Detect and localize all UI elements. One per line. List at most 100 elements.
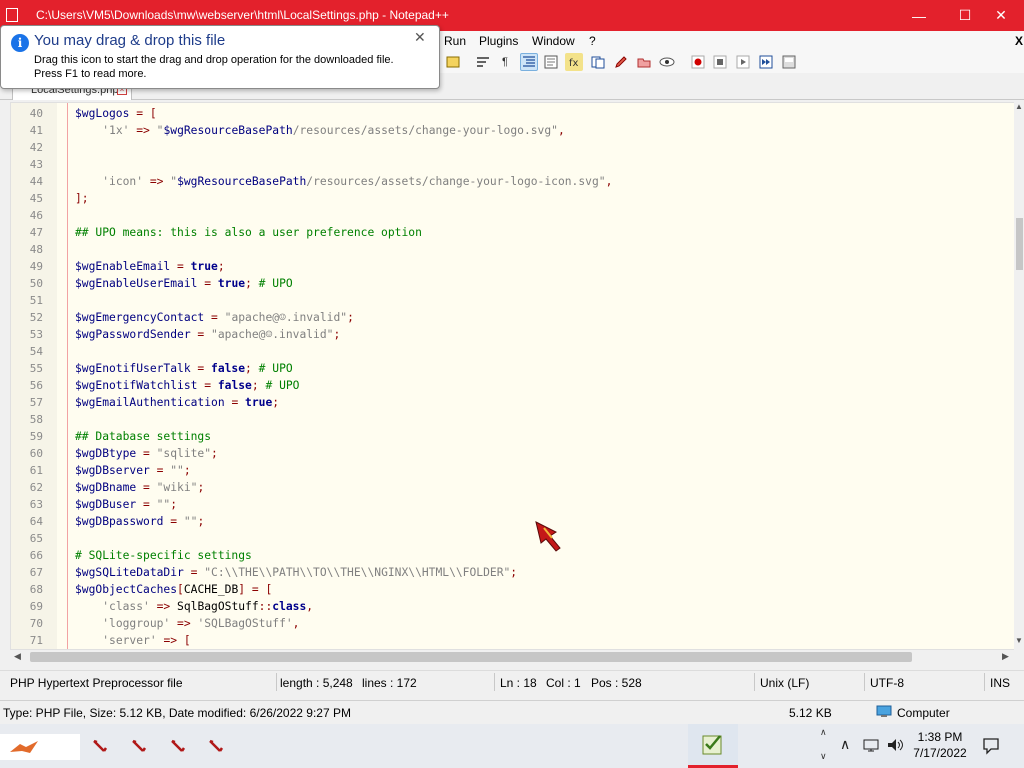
line-number: 45 bbox=[29, 192, 43, 205]
scroll-down-arrow-icon[interactable]: ▼ bbox=[1014, 636, 1024, 646]
minimize-button[interactable]: — bbox=[896, 0, 942, 31]
code-line[interactable]: ]; bbox=[75, 192, 89, 205]
taskbar-pinned-app-icon[interactable] bbox=[170, 738, 186, 757]
taskbar-pinned-app-icon[interactable] bbox=[131, 738, 147, 757]
stop-macro-icon[interactable] bbox=[711, 53, 729, 71]
code-line[interactable]: $wgEmergencyContact = "apache@☺.invalid"… bbox=[75, 311, 354, 324]
record-macro-icon[interactable] bbox=[689, 53, 707, 71]
close-button[interactable]: ✕ bbox=[978, 0, 1024, 31]
network-icon[interactable] bbox=[862, 738, 880, 757]
folder-as-workspace-icon[interactable] bbox=[589, 53, 607, 71]
code-line[interactable]: 'server' => [ bbox=[75, 634, 190, 647]
show-hidden-icons-icon[interactable]: ∧ bbox=[840, 736, 850, 753]
clock-date[interactable]: 7/17/2022 bbox=[912, 746, 968, 760]
code-line[interactable]: 'class' => SqlBagOStuff::class, bbox=[75, 600, 313, 613]
function-list-icon[interactable]: fx bbox=[565, 53, 583, 71]
code-line[interactable]: $wgLogos = [ bbox=[75, 107, 157, 120]
vertical-scrollbar[interactable] bbox=[1014, 102, 1024, 650]
word-wrap-icon[interactable] bbox=[474, 53, 492, 71]
code-token: ; bbox=[217, 260, 225, 273]
save-macro-icon[interactable] bbox=[780, 53, 798, 71]
code-token: , bbox=[605, 175, 613, 188]
status-encoding[interactable]: UTF-8 bbox=[870, 676, 904, 690]
play-macro-icon[interactable] bbox=[734, 53, 752, 71]
code-line[interactable]: $wgDBtype = "sqlite"; bbox=[75, 447, 218, 460]
taskbar-notepadpp-button[interactable] bbox=[688, 724, 738, 768]
code-line[interactable]: $wgDBserver = ""; bbox=[75, 464, 191, 477]
notepadpp-app-icon[interactable] bbox=[4, 6, 22, 24]
taskbar-pinned-app-icon[interactable] bbox=[92, 738, 108, 757]
volume-icon[interactable] bbox=[886, 737, 904, 756]
code-line[interactable]: ## Database settings bbox=[75, 430, 211, 443]
code-line[interactable]: $wgDBpassword = ""; bbox=[75, 515, 204, 528]
code-token: ]; bbox=[75, 192, 89, 205]
code-token: ; bbox=[183, 464, 191, 477]
code-token: "" bbox=[156, 498, 171, 511]
scroll-up-arrow-icon[interactable]: ▲ bbox=[1014, 102, 1024, 112]
notification-close-button[interactable]: ✕ bbox=[414, 29, 426, 46]
code-line[interactable]: 'icon' => "$wgResourceBasePath/resources… bbox=[75, 175, 612, 188]
indent-guide-icon[interactable] bbox=[520, 53, 538, 71]
folder-icon[interactable] bbox=[635, 53, 653, 71]
code-token: true bbox=[190, 260, 218, 273]
code-token: "apache@☺.invalid" bbox=[224, 311, 348, 324]
status-col: Col : 1 bbox=[546, 676, 581, 690]
line-number: 55 bbox=[29, 362, 43, 375]
show-all-chars-icon[interactable]: ¶ bbox=[496, 53, 514, 71]
code-line[interactable]: $wgEnableUserEmail = true; # UPO bbox=[75, 277, 293, 290]
status-insert-mode[interactable]: INS bbox=[990, 676, 1010, 690]
sync-scroll-icon[interactable] bbox=[444, 53, 462, 71]
clock-time[interactable]: 1:38 PM bbox=[914, 730, 966, 744]
code-line[interactable]: $wgDBname = "wiki"; bbox=[75, 481, 204, 494]
edit-icon[interactable] bbox=[612, 53, 630, 71]
menu-help[interactable]: ? bbox=[589, 34, 596, 48]
code-line[interactable]: $wgEnotifUserTalk = false; # UPO bbox=[75, 362, 293, 375]
code-line[interactable]: $wgEmailAuthentication = true; bbox=[75, 396, 279, 409]
code-line[interactable]: $wgPasswordSender = "apache@☺.invalid"; bbox=[75, 328, 340, 341]
close-document-icon[interactable]: X bbox=[1015, 34, 1023, 48]
vertical-scroll-thumb[interactable] bbox=[1016, 218, 1023, 270]
code-line[interactable]: '1x' => "$wgResourceBasePath/resources/a… bbox=[75, 124, 565, 137]
scroll-left-arrow-icon[interactable]: ◀ bbox=[14, 651, 21, 662]
menu-plugins[interactable]: Plugins bbox=[479, 34, 518, 48]
code-token: # SQLite-specific settings bbox=[75, 549, 252, 562]
code-line[interactable]: $wgSQLiteDataDir = "C:\\THE\\PATH\\TO\\T… bbox=[75, 566, 517, 579]
code-token: # UPO bbox=[251, 277, 293, 290]
taskbar-scroll-up-icon[interactable]: ∧ bbox=[820, 727, 827, 738]
code-line[interactable]: # SQLite-specific settings bbox=[75, 549, 252, 562]
line-number: 44 bbox=[29, 175, 43, 188]
code-token: ; bbox=[245, 277, 252, 290]
status-eol[interactable]: Unix (LF) bbox=[760, 676, 809, 690]
code-token: = bbox=[136, 481, 157, 494]
code-line[interactable]: ## UPO means: this is also a user prefer… bbox=[75, 226, 422, 239]
code-line[interactable]: $wgEnotifWatchlist = false; # UPO bbox=[75, 379, 299, 392]
code-token: = bbox=[224, 396, 246, 409]
taskbar-scroll-down-icon[interactable]: ∨ bbox=[820, 751, 827, 762]
line-number: 58 bbox=[29, 413, 43, 426]
code-line[interactable]: $wgObjectCaches[CACHE_DB] = [ bbox=[75, 583, 272, 596]
status-divider bbox=[754, 673, 755, 691]
code-line[interactable]: 'loggroup' => 'SQLBagOStuff', bbox=[75, 617, 299, 630]
scroll-right-arrow-icon[interactable]: ▶ bbox=[1002, 651, 1009, 662]
taskbar-thumbnail[interactable] bbox=[0, 734, 80, 760]
code-editor[interactable]: 40 $wgLogos = [41 '1x' => "$wgResourceBas… bbox=[10, 102, 1016, 650]
drag-drop-notification[interactable]: i You may drag & drop this file Drag thi… bbox=[0, 25, 440, 89]
doc-map-icon[interactable] bbox=[542, 53, 560, 71]
notifications-icon[interactable] bbox=[982, 737, 1000, 758]
code-line[interactable]: $wgDBuser = ""; bbox=[75, 498, 177, 511]
menu-window[interactable]: Window bbox=[532, 34, 575, 48]
line-number: 49 bbox=[29, 260, 43, 273]
line-number: 63 bbox=[29, 498, 43, 511]
monitoring-eye-icon[interactable] bbox=[658, 53, 676, 71]
code-token: => bbox=[170, 617, 198, 630]
code-line[interactable]: $wgEnableEmail = true; bbox=[75, 260, 225, 273]
horizontal-scroll-thumb[interactable] bbox=[30, 652, 912, 662]
taskbar: ∧ ∨ ∧ 1:38 PM 7/17/2022 bbox=[0, 724, 1024, 768]
taskbar-pinned-app-icon[interactable] bbox=[208, 738, 224, 757]
run-macro-multiple-icon[interactable] bbox=[757, 53, 775, 71]
status-divider bbox=[494, 673, 495, 691]
status-length: length : 5,248 bbox=[280, 676, 353, 690]
status-ln: Ln : 18 bbox=[500, 676, 537, 690]
menu-run[interactable]: Run bbox=[444, 34, 466, 48]
